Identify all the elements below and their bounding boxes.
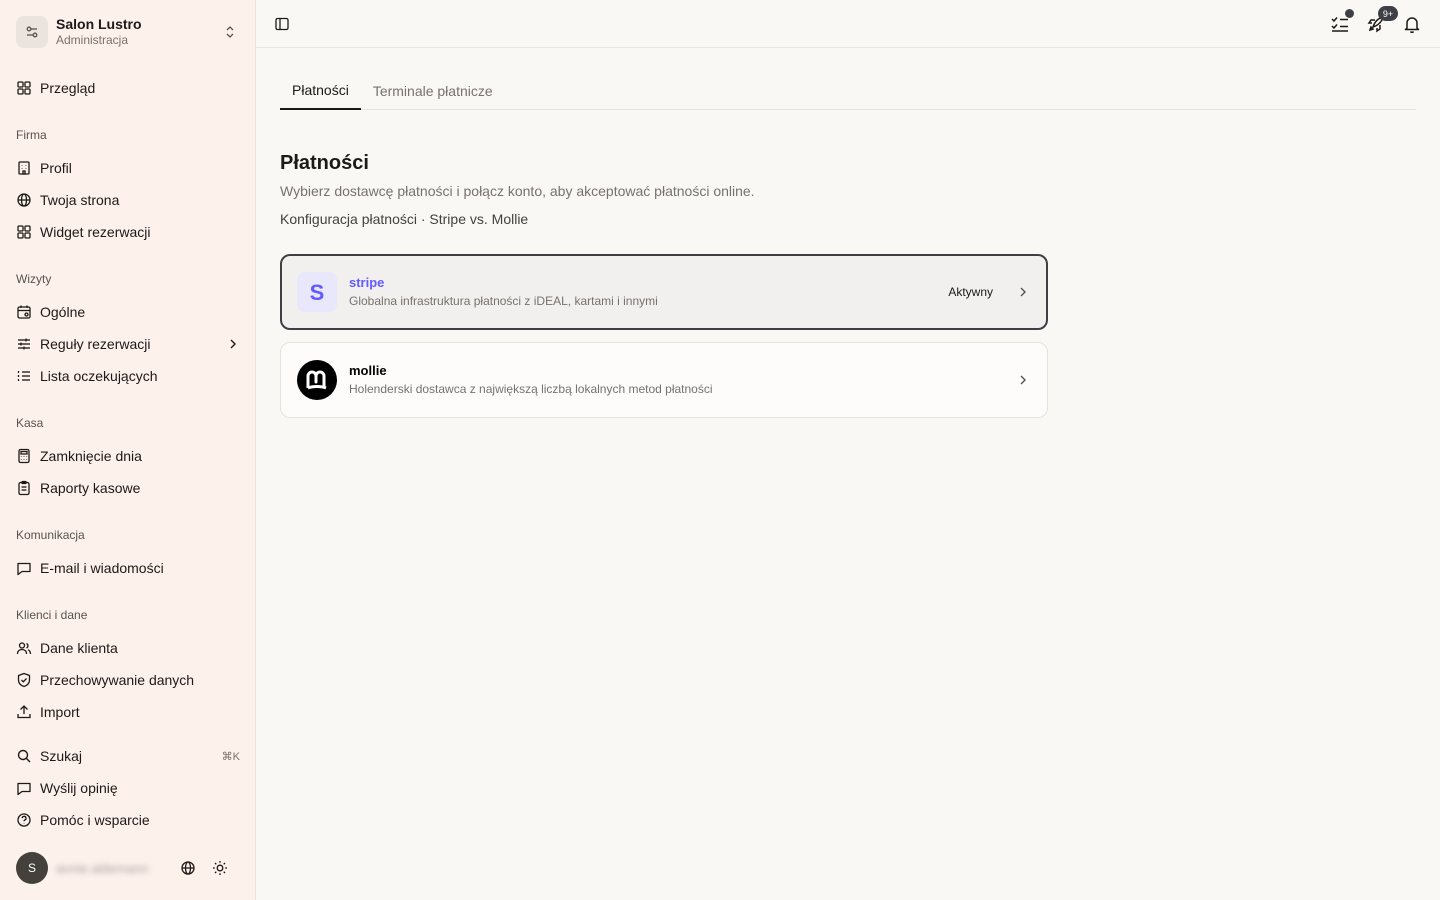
sidebar-feedback[interactable]: Wyślij opinię bbox=[8, 774, 248, 802]
tasks-button[interactable] bbox=[1328, 9, 1354, 36]
sidebar-item-label: Pomóc i wsparcie bbox=[40, 812, 150, 828]
org-logo bbox=[16, 16, 48, 48]
page-description: Wybierz dostawcę płatności i połącz kont… bbox=[280, 183, 755, 199]
section-label-komunikacja: Komunikacja bbox=[16, 528, 85, 542]
user-name: annie.aldemann bbox=[56, 860, 149, 876]
sidebar-item-ogolne[interactable]: Ogólne bbox=[8, 298, 248, 326]
updates-badge: 9+ bbox=[1378, 6, 1398, 21]
mollie-logo-icon bbox=[297, 360, 337, 400]
topbar: 9+ bbox=[256, 0, 1440, 48]
user-menu[interactable]: S annie.aldemann bbox=[16, 852, 244, 884]
building-icon bbox=[16, 160, 32, 176]
calculator-icon bbox=[16, 448, 32, 464]
notifications-button[interactable] bbox=[1400, 12, 1424, 36]
sidebar-help[interactable]: Pomóc i wsparcie bbox=[8, 806, 248, 834]
sliders-icon bbox=[16, 336, 32, 352]
chevron-right-icon bbox=[226, 337, 240, 351]
search-shortcut: ⌘K bbox=[221, 750, 240, 763]
sidebar-item-label: Widget rezerwacji bbox=[40, 224, 151, 240]
provider-description: Globalna infrastruktura płatności z iDEA… bbox=[349, 294, 658, 308]
tab-platnosci[interactable]: Płatności bbox=[280, 72, 361, 110]
tabs: Płatności Terminale płatnicze bbox=[280, 72, 1416, 110]
shield-check-icon bbox=[16, 672, 32, 688]
provider-card-stripe[interactable]: S stripe Globalna infrastruktura płatnoś… bbox=[280, 254, 1048, 330]
chevron-right-icon bbox=[1015, 372, 1031, 388]
sidebar-item-label: Przegląd bbox=[40, 80, 96, 96]
sidebar-item-label: E-mail i wiadomości bbox=[40, 560, 164, 576]
sidebar-item-overview[interactable]: Przegląd bbox=[8, 74, 248, 102]
status-badge: Aktywny bbox=[948, 285, 993, 299]
sidebar-item-dane[interactable]: Dane klienta bbox=[8, 634, 248, 662]
search-icon bbox=[16, 748, 32, 764]
bell-icon bbox=[1404, 17, 1420, 34]
help-circle-icon bbox=[16, 812, 32, 828]
sidebar-item-label: Szukaj bbox=[40, 748, 83, 764]
sidebar-item-label: Twoja strona bbox=[40, 192, 120, 208]
org-switcher[interactable]: Salon Lustro Administracja bbox=[16, 14, 240, 50]
theme-toggle-button[interactable] bbox=[208, 856, 232, 880]
sidebar-item-label: Ogólne bbox=[40, 304, 86, 320]
sidebar-item-strona[interactable]: Twoja strona bbox=[8, 186, 248, 214]
sidebar-item-label: Lista oczekujących bbox=[40, 368, 158, 384]
widget-icon bbox=[16, 224, 32, 240]
dashboard-icon bbox=[16, 80, 32, 96]
sidebar-item-widget[interactable]: Widget rezerwacji bbox=[8, 218, 248, 246]
chevrons-up-down-icon bbox=[220, 22, 240, 42]
sidebar-item-email[interactable]: E-mail i wiadomości bbox=[8, 554, 248, 582]
toggle-sidebar-button[interactable] bbox=[272, 14, 292, 34]
page-title: Płatności bbox=[280, 152, 369, 174]
section-label-kasa: Kasa bbox=[16, 416, 44, 430]
main-content: 9+ Płatności Terminale płatnicze Płatnoś… bbox=[256, 0, 1440, 900]
svg-text:S: S bbox=[310, 280, 325, 304]
language-button[interactable] bbox=[176, 856, 200, 880]
chevron-right-icon bbox=[1015, 284, 1031, 300]
sidebar-panel-icon bbox=[275, 17, 289, 31]
section-label-klienci: Klienci i dane bbox=[16, 608, 88, 622]
section-label-wizyty: Wizyty bbox=[16, 272, 52, 286]
sidebar-item-lista[interactable]: Lista oczekujących bbox=[8, 362, 248, 390]
stripe-logo-icon: S bbox=[297, 272, 337, 312]
org-subtitle: Administracja bbox=[56, 33, 129, 47]
notification-dot bbox=[1345, 9, 1354, 18]
org-name: Salon Lustro bbox=[56, 16, 142, 32]
globe-icon bbox=[16, 192, 32, 208]
list-ordered-icon bbox=[16, 368, 32, 384]
sidebar-item-raporty[interactable]: Raporty kasowe bbox=[8, 474, 248, 502]
users-icon bbox=[16, 640, 32, 656]
message-square-icon bbox=[16, 560, 32, 576]
updates-button[interactable]: 9+ bbox=[1364, 6, 1398, 36]
sidebar-item-przechowywanie[interactable]: Przechowywanie danych bbox=[8, 666, 248, 694]
avatar[interactable]: S bbox=[16, 852, 48, 884]
upload-icon bbox=[16, 704, 32, 720]
calendar-settings-icon bbox=[16, 304, 32, 320]
sidebar: Salon Lustro Administracja Przegląd Firm… bbox=[0, 0, 256, 900]
sidebar-item-label: Zamknięcie dnia bbox=[40, 448, 142, 464]
sidebar-item-label: Przechowywanie danych bbox=[40, 672, 195, 688]
sidebar-item-label: Reguły rezerwacji bbox=[40, 336, 151, 352]
provider-card-mollie[interactable]: mollie Holenderski dostawca z największą… bbox=[280, 342, 1048, 418]
sidebar-item-import[interactable]: Import bbox=[8, 698, 248, 726]
globe-icon bbox=[181, 861, 195, 875]
sidebar-item-profil[interactable]: Profil bbox=[8, 154, 248, 182]
sun-icon bbox=[213, 861, 227, 875]
sidebar-item-zamkniecie[interactable]: Zamknięcie dnia bbox=[8, 442, 248, 470]
settings-sliders-icon bbox=[26, 26, 38, 38]
tab-terminale[interactable]: Terminale płatnicze bbox=[361, 72, 505, 110]
sidebar-item-label: Dane klienta bbox=[40, 640, 118, 656]
message-square-icon bbox=[16, 780, 32, 796]
sidebar-search[interactable]: Szukaj ⌘K bbox=[8, 742, 248, 770]
comparison-link[interactable]: Konfiguracja płatności · Stripe vs. Moll… bbox=[280, 211, 528, 227]
sidebar-item-label: Raporty kasowe bbox=[40, 480, 141, 496]
sidebar-item-label: Import bbox=[40, 704, 80, 720]
provider-description: Holenderski dostawca z największą liczbą… bbox=[349, 382, 713, 396]
clipboard-icon bbox=[16, 480, 32, 496]
provider-name: mollie bbox=[349, 363, 387, 378]
provider-name: stripe bbox=[349, 275, 385, 290]
sidebar-item-label: Wyślij opinię bbox=[40, 780, 118, 796]
sidebar-item-label: Profil bbox=[40, 160, 72, 176]
sidebar-item-reguly[interactable]: Reguły rezerwacji bbox=[8, 330, 248, 358]
section-label-firma: Firma bbox=[16, 128, 47, 142]
